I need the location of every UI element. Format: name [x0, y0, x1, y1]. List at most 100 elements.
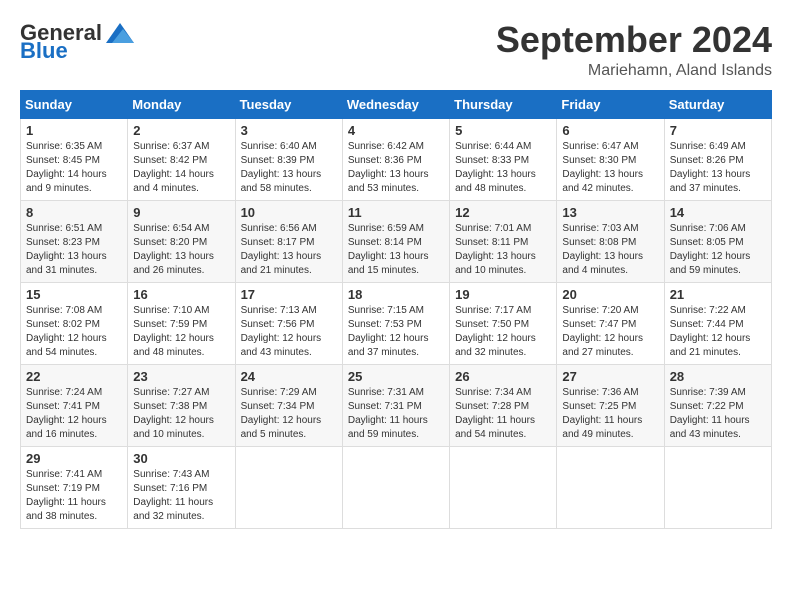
calendar-cell: 26 Sunrise: 7:34 AM Sunset: 7:28 PM Dayl… [450, 364, 557, 446]
day-info: Sunrise: 7:36 AM Sunset: 7:25 PM Dayligh… [562, 386, 658, 442]
calendar-cell [235, 446, 342, 528]
day-info: Sunrise: 6:51 AM Sunset: 8:23 PM Dayligh… [26, 222, 122, 278]
calendar-cell: 2 Sunrise: 6:37 AM Sunset: 8:42 PM Dayli… [128, 118, 235, 200]
calendar-cell: 10 Sunrise: 6:56 AM Sunset: 8:17 PM Dayl… [235, 200, 342, 282]
day-info: Sunrise: 6:56 AM Sunset: 8:17 PM Dayligh… [241, 222, 337, 278]
day-info: Sunrise: 6:35 AM Sunset: 8:45 PM Dayligh… [26, 140, 122, 196]
calendar-weekday-sunday: Sunday [21, 90, 128, 118]
day-number: 16 [133, 287, 229, 302]
calendar-cell: 8 Sunrise: 6:51 AM Sunset: 8:23 PM Dayli… [21, 200, 128, 282]
day-number: 18 [348, 287, 444, 302]
page-header: General Blue September 2024 Mariehamn, A… [20, 20, 772, 80]
calendar-week-4: 22 Sunrise: 7:24 AM Sunset: 7:41 PM Dayl… [21, 364, 772, 446]
day-info: Sunrise: 7:08 AM Sunset: 8:02 PM Dayligh… [26, 304, 122, 360]
calendar-cell: 9 Sunrise: 6:54 AM Sunset: 8:20 PM Dayli… [128, 200, 235, 282]
day-number: 15 [26, 287, 122, 302]
calendar-table: SundayMondayTuesdayWednesdayThursdayFrid… [20, 90, 772, 529]
calendar-cell: 27 Sunrise: 7:36 AM Sunset: 7:25 PM Dayl… [557, 364, 664, 446]
calendar-cell: 22 Sunrise: 7:24 AM Sunset: 7:41 PM Dayl… [21, 364, 128, 446]
title-block: September 2024 Mariehamn, Aland Islands [496, 20, 772, 80]
calendar-week-3: 15 Sunrise: 7:08 AM Sunset: 8:02 PM Dayl… [21, 282, 772, 364]
day-number: 24 [241, 369, 337, 384]
day-number: 9 [133, 205, 229, 220]
calendar-cell: 5 Sunrise: 6:44 AM Sunset: 8:33 PM Dayli… [450, 118, 557, 200]
day-number: 3 [241, 123, 337, 138]
calendar-week-1: 1 Sunrise: 6:35 AM Sunset: 8:45 PM Dayli… [21, 118, 772, 200]
day-info: Sunrise: 7:13 AM Sunset: 7:56 PM Dayligh… [241, 304, 337, 360]
calendar-cell: 16 Sunrise: 7:10 AM Sunset: 7:59 PM Dayl… [128, 282, 235, 364]
calendar-week-5: 29 Sunrise: 7:41 AM Sunset: 7:19 PM Dayl… [21, 446, 772, 528]
calendar-cell: 17 Sunrise: 7:13 AM Sunset: 7:56 PM Dayl… [235, 282, 342, 364]
calendar-cell: 4 Sunrise: 6:42 AM Sunset: 8:36 PM Dayli… [342, 118, 449, 200]
day-number: 7 [670, 123, 766, 138]
day-info: Sunrise: 7:41 AM Sunset: 7:19 PM Dayligh… [26, 468, 122, 524]
day-info: Sunrise: 6:54 AM Sunset: 8:20 PM Dayligh… [133, 222, 229, 278]
day-number: 6 [562, 123, 658, 138]
day-info: Sunrise: 7:22 AM Sunset: 7:44 PM Dayligh… [670, 304, 766, 360]
logo-blue-text: Blue [20, 38, 68, 64]
day-info: Sunrise: 6:44 AM Sunset: 8:33 PM Dayligh… [455, 140, 551, 196]
calendar-cell: 12 Sunrise: 7:01 AM Sunset: 8:11 PM Dayl… [450, 200, 557, 282]
calendar-cell: 28 Sunrise: 7:39 AM Sunset: 7:22 PM Dayl… [664, 364, 771, 446]
calendar-cell: 29 Sunrise: 7:41 AM Sunset: 7:19 PM Dayl… [21, 446, 128, 528]
calendar-weekday-monday: Monday [128, 90, 235, 118]
day-info: Sunrise: 7:27 AM Sunset: 7:38 PM Dayligh… [133, 386, 229, 442]
day-number: 5 [455, 123, 551, 138]
calendar-cell: 1 Sunrise: 6:35 AM Sunset: 8:45 PM Dayli… [21, 118, 128, 200]
month-title: September 2024 [496, 20, 772, 60]
day-info: Sunrise: 7:43 AM Sunset: 7:16 PM Dayligh… [133, 468, 229, 524]
day-info: Sunrise: 7:31 AM Sunset: 7:31 PM Dayligh… [348, 386, 444, 442]
calendar-week-2: 8 Sunrise: 6:51 AM Sunset: 8:23 PM Dayli… [21, 200, 772, 282]
calendar-cell: 21 Sunrise: 7:22 AM Sunset: 7:44 PM Dayl… [664, 282, 771, 364]
day-number: 30 [133, 451, 229, 466]
day-info: Sunrise: 7:24 AM Sunset: 7:41 PM Dayligh… [26, 386, 122, 442]
day-number: 28 [670, 369, 766, 384]
calendar-cell: 7 Sunrise: 6:49 AM Sunset: 8:26 PM Dayli… [664, 118, 771, 200]
day-info: Sunrise: 6:47 AM Sunset: 8:30 PM Dayligh… [562, 140, 658, 196]
calendar-cell: 13 Sunrise: 7:03 AM Sunset: 8:08 PM Dayl… [557, 200, 664, 282]
day-number: 25 [348, 369, 444, 384]
day-info: Sunrise: 6:49 AM Sunset: 8:26 PM Dayligh… [670, 140, 766, 196]
day-number: 8 [26, 205, 122, 220]
day-info: Sunrise: 7:20 AM Sunset: 7:47 PM Dayligh… [562, 304, 658, 360]
day-info: Sunrise: 7:01 AM Sunset: 8:11 PM Dayligh… [455, 222, 551, 278]
day-number: 23 [133, 369, 229, 384]
day-info: Sunrise: 7:39 AM Sunset: 7:22 PM Dayligh… [670, 386, 766, 442]
day-info: Sunrise: 6:59 AM Sunset: 8:14 PM Dayligh… [348, 222, 444, 278]
day-info: Sunrise: 6:40 AM Sunset: 8:39 PM Dayligh… [241, 140, 337, 196]
calendar-cell [557, 446, 664, 528]
calendar-cell: 19 Sunrise: 7:17 AM Sunset: 7:50 PM Dayl… [450, 282, 557, 364]
day-number: 4 [348, 123, 444, 138]
calendar-cell: 11 Sunrise: 6:59 AM Sunset: 8:14 PM Dayl… [342, 200, 449, 282]
calendar-cell: 14 Sunrise: 7:06 AM Sunset: 8:05 PM Dayl… [664, 200, 771, 282]
day-number: 2 [133, 123, 229, 138]
day-info: Sunrise: 7:34 AM Sunset: 7:28 PM Dayligh… [455, 386, 551, 442]
calendar-weekday-saturday: Saturday [664, 90, 771, 118]
day-number: 19 [455, 287, 551, 302]
day-number: 26 [455, 369, 551, 384]
calendar-cell: 6 Sunrise: 6:47 AM Sunset: 8:30 PM Dayli… [557, 118, 664, 200]
location-title: Mariehamn, Aland Islands [496, 62, 772, 80]
calendar-cell: 20 Sunrise: 7:20 AM Sunset: 7:47 PM Dayl… [557, 282, 664, 364]
day-number: 13 [562, 205, 658, 220]
day-info: Sunrise: 7:29 AM Sunset: 7:34 PM Dayligh… [241, 386, 337, 442]
logo: General Blue [20, 20, 134, 64]
day-number: 12 [455, 205, 551, 220]
calendar-weekday-friday: Friday [557, 90, 664, 118]
day-number: 22 [26, 369, 122, 384]
day-number: 14 [670, 205, 766, 220]
calendar-cell: 18 Sunrise: 7:15 AM Sunset: 7:53 PM Dayl… [342, 282, 449, 364]
calendar-header-row: SundayMondayTuesdayWednesdayThursdayFrid… [21, 90, 772, 118]
logo-icon [106, 23, 134, 43]
calendar-cell: 15 Sunrise: 7:08 AM Sunset: 8:02 PM Dayl… [21, 282, 128, 364]
calendar-cell [342, 446, 449, 528]
calendar-weekday-wednesday: Wednesday [342, 90, 449, 118]
day-number: 20 [562, 287, 658, 302]
calendar-cell: 24 Sunrise: 7:29 AM Sunset: 7:34 PM Dayl… [235, 364, 342, 446]
calendar-cell: 25 Sunrise: 7:31 AM Sunset: 7:31 PM Dayl… [342, 364, 449, 446]
day-number: 11 [348, 205, 444, 220]
day-info: Sunrise: 7:15 AM Sunset: 7:53 PM Dayligh… [348, 304, 444, 360]
calendar-weekday-thursday: Thursday [450, 90, 557, 118]
calendar-cell: 3 Sunrise: 6:40 AM Sunset: 8:39 PM Dayli… [235, 118, 342, 200]
day-number: 29 [26, 451, 122, 466]
